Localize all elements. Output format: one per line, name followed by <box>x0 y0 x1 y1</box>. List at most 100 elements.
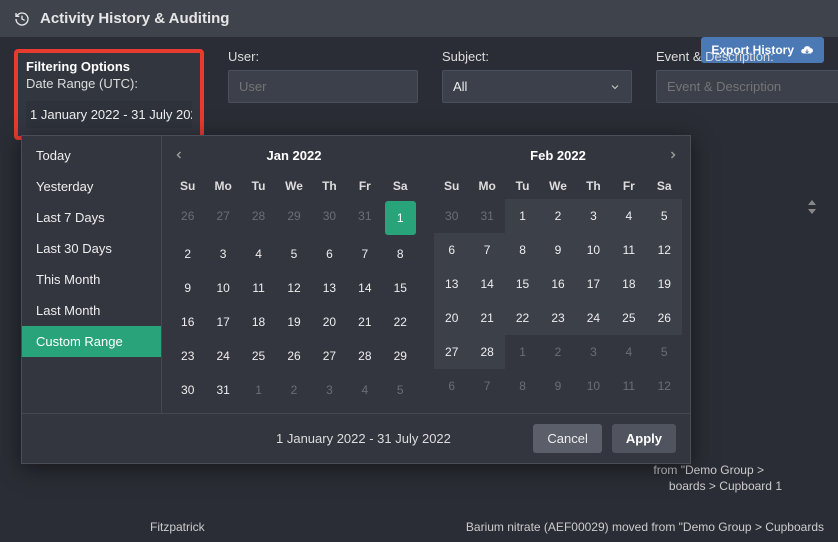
calendar-day[interactable]: 29 <box>383 339 418 373</box>
calendar-day[interactable]: 24 <box>205 339 240 373</box>
calendar-day[interactable]: 7 <box>347 237 382 271</box>
calendar-day[interactable]: 26 <box>276 339 311 373</box>
calendar-day[interactable]: 9 <box>540 233 575 267</box>
calendar-day[interactable]: 19 <box>276 305 311 339</box>
calendar-day[interactable]: 3 <box>576 199 611 233</box>
calendar-day[interactable]: 3 <box>205 237 240 271</box>
calendar-left: Jan 2022SuMoTuWeThFrSa262728293031123456… <box>170 140 418 407</box>
user-field: User: <box>228 49 418 103</box>
cancel-button[interactable]: Cancel <box>533 424 601 453</box>
event-input[interactable] <box>656 70 838 103</box>
calendar-day: 31 <box>469 199 504 233</box>
calendar-day[interactable]: 8 <box>505 233 540 267</box>
calendar-day[interactable]: 1 <box>385 201 416 235</box>
calendar-day[interactable]: 15 <box>383 271 418 305</box>
calendar-day: 5 <box>647 335 682 369</box>
calendar-day[interactable]: 28 <box>347 339 382 373</box>
calendar-day[interactable]: 2 <box>170 237 205 271</box>
log-user: Fitzpatrick <box>150 519 205 536</box>
calendar-day[interactable]: 23 <box>170 339 205 373</box>
calendar-day[interactable]: 31 <box>205 373 240 407</box>
weekday-header: Th <box>576 173 611 199</box>
calendar-day[interactable]: 9 <box>170 271 205 305</box>
calendar-day[interactable]: 25 <box>611 301 646 335</box>
calendar-day[interactable]: 30 <box>170 373 205 407</box>
event-field: Event & Description: <box>656 49 838 103</box>
calendar-day[interactable]: 20 <box>434 301 469 335</box>
calendar-day[interactable]: 20 <box>312 305 347 339</box>
weekday-header: Tu <box>505 173 540 199</box>
calendar-day[interactable]: 23 <box>540 301 575 335</box>
date-range-input[interactable]: 1 January 2022 - 31 July 202 <box>26 101 192 128</box>
range-last-30-days[interactable]: Last 30 Days <box>22 233 161 264</box>
calendar-day: 7 <box>469 369 504 403</box>
calendar-day: 30 <box>434 199 469 233</box>
calendar-day[interactable]: 24 <box>576 301 611 335</box>
calendar-day: 8 <box>505 369 540 403</box>
calendar-day[interactable]: 21 <box>469 301 504 335</box>
range-custom-range[interactable]: Custom Range <box>22 326 161 357</box>
calendar-day: 27 <box>205 199 240 237</box>
filtering-heading: Filtering Options <box>26 59 192 74</box>
calendar-day[interactable]: 10 <box>576 233 611 267</box>
page-title: Activity History & Auditing <box>40 10 229 27</box>
range-yesterday[interactable]: Yesterday <box>22 171 161 202</box>
prev-month-button[interactable] <box>170 146 188 164</box>
calendar-day[interactable]: 8 <box>383 237 418 271</box>
next-month-button[interactable] <box>664 146 682 164</box>
calendar-day[interactable]: 21 <box>347 305 382 339</box>
calendar-day[interactable]: 7 <box>469 233 504 267</box>
event-label: Event & Description: <box>656 49 838 64</box>
calendar-day[interactable]: 22 <box>505 301 540 335</box>
calendar-day[interactable]: 4 <box>611 199 646 233</box>
user-input[interactable] <box>228 70 418 103</box>
calendar-day[interactable]: 18 <box>611 267 646 301</box>
calendar-day[interactable]: 13 <box>312 271 347 305</box>
calendar-day[interactable]: 25 <box>241 339 276 373</box>
calendar-day: 26 <box>170 199 205 237</box>
calendar-day: 30 <box>312 199 347 237</box>
calendar-day[interactable]: 10 <box>205 271 240 305</box>
calendar-day: 1 <box>505 335 540 369</box>
log-line: Barium nitrate (AEF00029) moved from "De… <box>466 519 824 536</box>
calendar-day[interactable]: 17 <box>576 267 611 301</box>
calendar-day[interactable]: 16 <box>540 267 575 301</box>
calendar-day[interactable]: 14 <box>469 267 504 301</box>
calendar-day[interactable]: 11 <box>241 271 276 305</box>
calendar-day[interactable]: 6 <box>312 237 347 271</box>
calendar-day[interactable]: 4 <box>241 237 276 271</box>
calendar-day[interactable]: 15 <box>505 267 540 301</box>
calendar-day[interactable]: 28 <box>469 335 504 369</box>
weekday-header: Fr <box>347 173 382 199</box>
calendar-day[interactable]: 11 <box>611 233 646 267</box>
range-last-month[interactable]: Last Month <box>22 295 161 326</box>
calendar-day[interactable]: 27 <box>312 339 347 373</box>
calendar-day[interactable]: 26 <box>647 301 682 335</box>
weekday-header: Mo <box>205 173 240 199</box>
weekday-header: Mo <box>469 173 504 199</box>
range-last-7-days[interactable]: Last 7 Days <box>22 202 161 233</box>
apply-button[interactable]: Apply <box>612 424 676 453</box>
range-this-month[interactable]: This Month <box>22 264 161 295</box>
history-icon <box>14 11 30 27</box>
calendar-day[interactable]: 14 <box>347 271 382 305</box>
weekday-header: Tu <box>241 173 276 199</box>
calendar-day[interactable]: 22 <box>383 305 418 339</box>
subject-select[interactable]: All <box>442 70 632 103</box>
calendar-day[interactable]: 2 <box>540 199 575 233</box>
calendar-day[interactable]: 1 <box>505 199 540 233</box>
calendar-day[interactable]: 27 <box>434 335 469 369</box>
calendar-day[interactable]: 17 <box>205 305 240 339</box>
calendar-day[interactable]: 13 <box>434 267 469 301</box>
calendar-day[interactable]: 16 <box>170 305 205 339</box>
range-today[interactable]: Today <box>22 140 161 171</box>
subject-field: Subject: All <box>442 49 632 103</box>
calendar-day[interactable]: 5 <box>647 199 682 233</box>
calendar-day[interactable]: 18 <box>241 305 276 339</box>
calendar-day[interactable]: 6 <box>434 233 469 267</box>
calendar-day[interactable]: 19 <box>647 267 682 301</box>
calendar-day[interactable]: 5 <box>276 237 311 271</box>
calendar-day[interactable]: 12 <box>276 271 311 305</box>
sort-icon[interactable] <box>806 200 818 217</box>
calendar-day[interactable]: 12 <box>647 233 682 267</box>
